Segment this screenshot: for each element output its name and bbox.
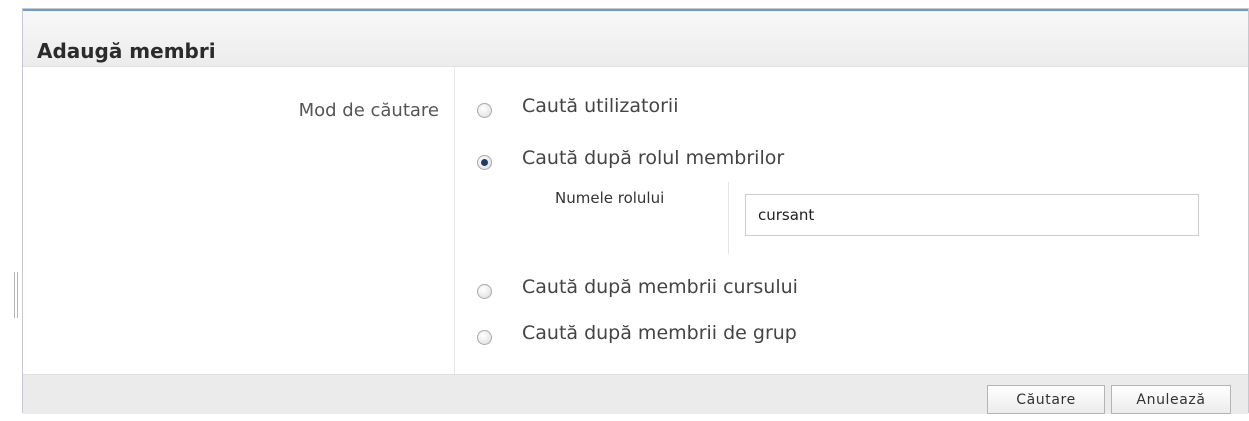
resize-handle[interactable] — [14, 272, 18, 318]
cancel-button[interactable]: Anulează — [1111, 385, 1231, 414]
option-label: Caută după rolul membrilor — [522, 147, 785, 169]
search-button[interactable]: Căutare — [987, 385, 1105, 414]
dialog-header: Adaugă membri — [23, 9, 1248, 67]
option-label: Caută după membrii cursului — [522, 276, 798, 298]
search-mode-label: Mod de căutare — [298, 100, 439, 121]
radio-search-users[interactable] — [477, 103, 492, 118]
option-label: Caută după membrii de grup — [522, 322, 797, 344]
role-divider — [728, 182, 729, 254]
label-column: Mod de căutare — [23, 67, 455, 374]
add-members-dialog: Adaugă membri Mod de căutare Caută utili… — [22, 8, 1249, 414]
option-label: Caută utilizatorii — [522, 95, 679, 117]
radio-search-group-members[interactable] — [477, 330, 492, 345]
role-name-row: Numele rolului — [543, 182, 1223, 254]
radio-search-course-members[interactable] — [477, 284, 492, 299]
role-name-label: Numele rolului — [555, 189, 665, 207]
radio-search-by-role[interactable] — [477, 155, 492, 170]
dialog-title: Adaugă membri — [37, 39, 216, 63]
dialog-body: Mod de căutare Caută utilizatorii Caută … — [23, 67, 1248, 374]
dialog-footer: Căutare Anulează — [23, 374, 1248, 414]
role-name-input[interactable] — [745, 194, 1199, 236]
